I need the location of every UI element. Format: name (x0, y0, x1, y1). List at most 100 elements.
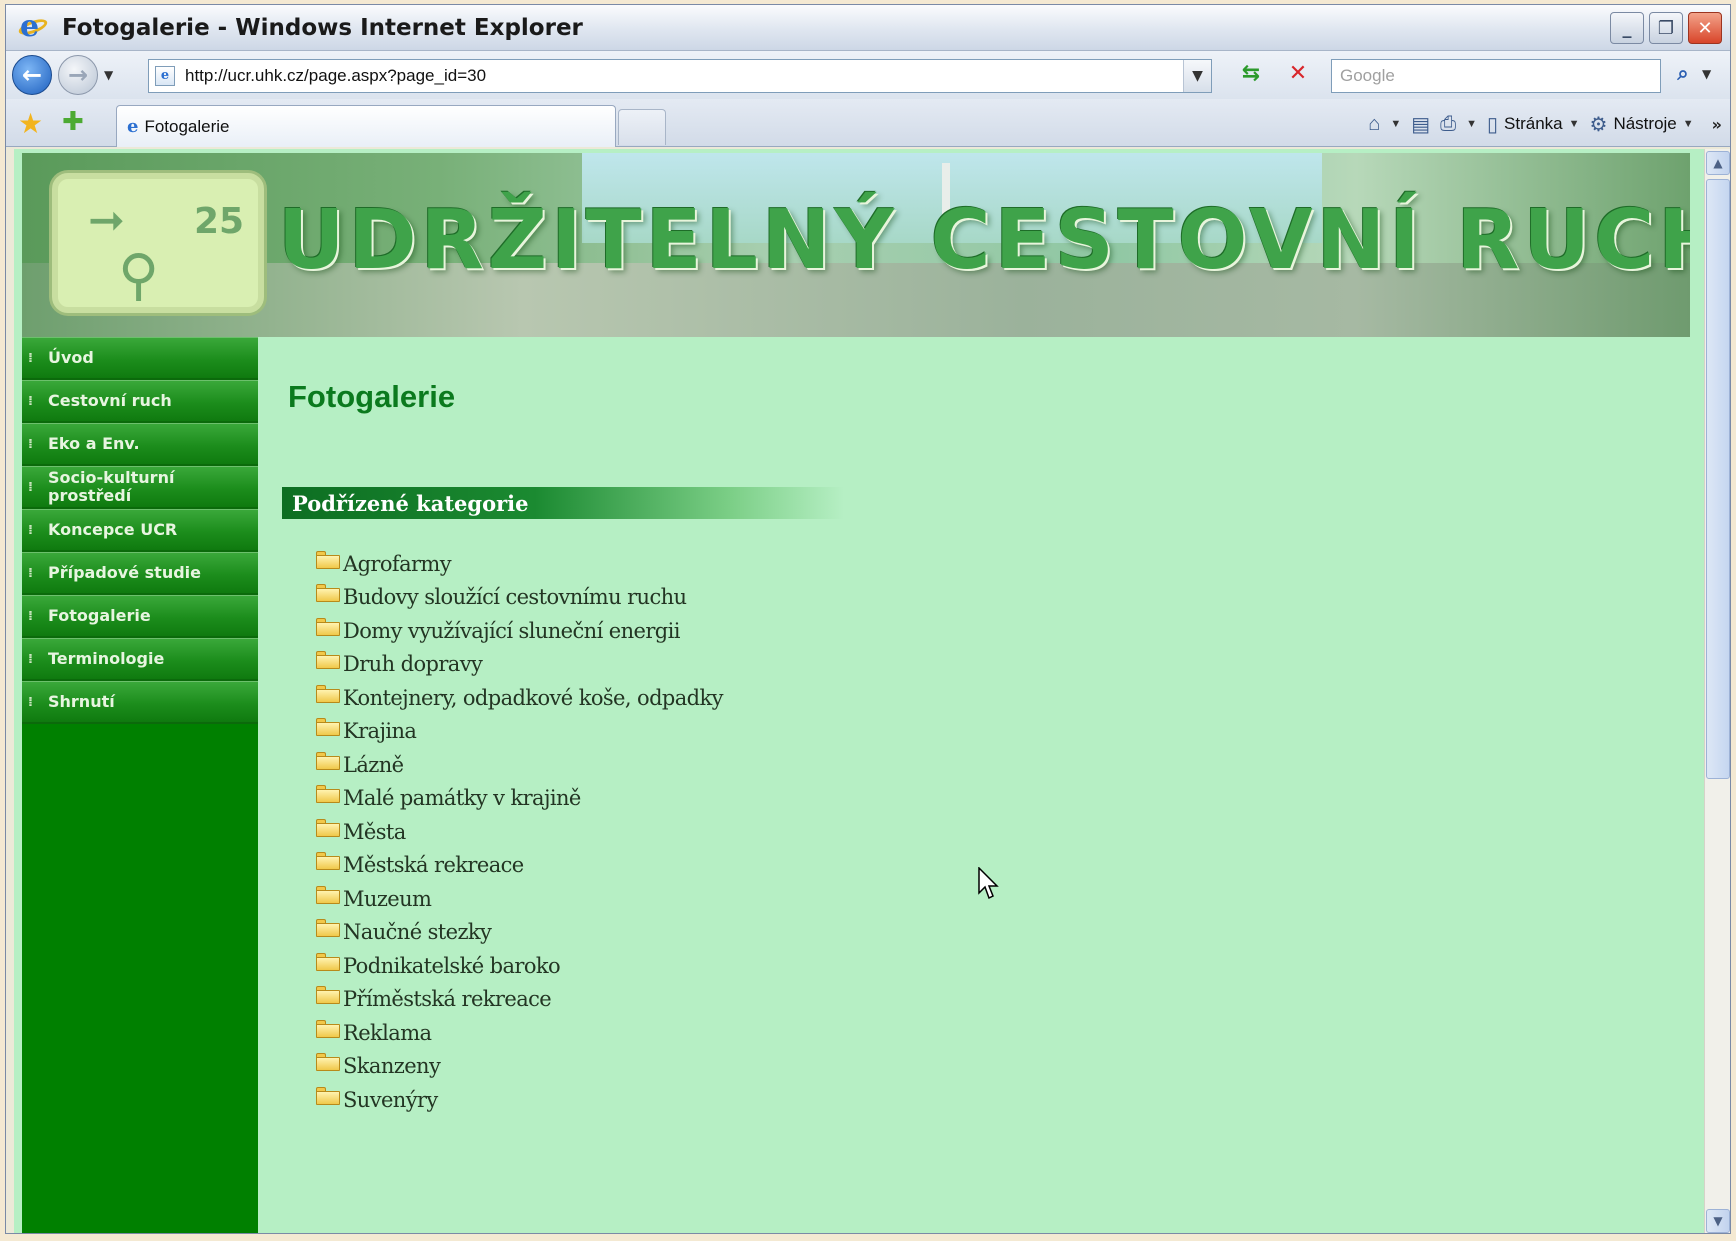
home-icon[interactable]: ⌂ (1368, 113, 1380, 136)
category-link[interactable]: Podnikatelské baroko (343, 954, 561, 978)
page-icon: e (155, 66, 175, 86)
navigation-bar: ← → ▼ e http://ucr.uhk.cz/page.aspx?page… (6, 51, 1730, 99)
list-item[interactable]: Příměstská rekreace (316, 983, 723, 1017)
tab-label: Fotogalerie (144, 116, 230, 136)
category-link[interactable]: Suvenýry (343, 1088, 438, 1112)
category-link[interactable]: Druh dopravy (343, 652, 483, 676)
category-link[interactable]: Kontejnery, odpadkové koše, odpadky (343, 686, 724, 710)
list-item[interactable]: Budovy sloužící cestovnímu ruchu (316, 581, 723, 615)
browser-window: e Fotogalerie - Windows Internet Explore… (5, 4, 1731, 1234)
folder-icon (316, 919, 340, 938)
folder-icon (316, 986, 340, 1005)
category-link[interactable]: Krajina (343, 719, 417, 743)
scroll-up-icon[interactable]: ▲ (1706, 151, 1730, 175)
scroll-down-icon[interactable]: ▼ (1706, 1209, 1730, 1233)
category-link[interactable]: Městská rekreace (343, 853, 524, 877)
page-menu-icon: ▯ (1487, 113, 1499, 136)
page-menu[interactable]: ▯ Stránka ▼ (1487, 112, 1580, 137)
list-item[interactable]: Naučné stezky (316, 916, 723, 950)
home-dropdown-icon[interactable]: ▼ (1390, 118, 1401, 130)
category-link[interactable]: Reklama (343, 1021, 432, 1045)
tab-fotogalerie[interactable]: e Fotogalerie (116, 105, 616, 147)
list-item[interactable]: Města (316, 815, 723, 849)
forward-button[interactable]: → (58, 55, 98, 95)
list-item[interactable]: Suvenýry (316, 1083, 723, 1117)
search-placeholder: Google (1340, 66, 1395, 85)
list-item[interactable]: Domy využívající sluneční energii (316, 614, 723, 648)
list-item[interactable]: Podnikatelské baroko (316, 949, 723, 983)
category-link[interactable]: Muzeum (343, 887, 432, 911)
add-favorite-icon[interactable]: ✚ (62, 107, 84, 137)
sidebar-item-eko-env[interactable]: ⁞ Eko a Env. (22, 423, 258, 466)
folder-icon (316, 584, 340, 603)
category-link[interactable]: Budovy sloužící cestovnímu ruchu (343, 585, 687, 609)
bicycle-icon: ⚲ (118, 243, 160, 308)
refresh-icon[interactable]: ⇆ (1236, 61, 1266, 91)
category-link[interactable]: Agrofarmy (343, 552, 452, 576)
category-link[interactable]: Domy využívající sluneční energii (343, 619, 680, 643)
list-item[interactable]: Agrofarmy (316, 547, 723, 581)
folder-icon (316, 1019, 340, 1038)
sidebar-menu: ⁞ Úvod ⁞ Cestovní ruch ⁞ Eko a Env. ⁞ Socio-… (22, 337, 258, 1233)
main-content: Fotogalerie Podřízené kategorie Agrofarm… (258, 337, 1690, 1233)
history-dropdown-icon[interactable]: ▼ (104, 68, 113, 82)
sidebar-item-fotogalerie[interactable]: ⁞ Fotogalerie (22, 595, 258, 638)
minimize-button[interactable]: _ (1610, 12, 1644, 44)
list-item[interactable]: Kontejnery, odpadkové koše, odpadky (316, 681, 724, 715)
category-link[interactable]: Příměstská rekreace (343, 987, 552, 1011)
category-link[interactable]: Města (343, 820, 406, 844)
sidebar-item-uvod[interactable]: ⁞ Úvod (22, 337, 258, 380)
sidebar-item-cestovni-ruch[interactable]: ⁞ Cestovní ruch (22, 380, 258, 423)
bullet-icon: ⁞ (28, 393, 33, 409)
list-item[interactable]: Muzeum (316, 882, 723, 916)
address-url[interactable]: http://ucr.uhk.cz/page.aspx?page_id=30 (185, 66, 486, 86)
page-menu-label: Stránka (1504, 114, 1563, 133)
print-dropdown-icon[interactable]: ▼ (1466, 118, 1477, 130)
subcategories-header: Podřízené kategorie (282, 487, 844, 519)
address-dropdown-icon[interactable]: ▼ (1183, 60, 1211, 92)
sidebar-item-pripadove-studie[interactable]: ⁞ Případové studie (22, 552, 258, 595)
feeds-icon[interactable]: ▤ (1411, 112, 1430, 137)
search-input[interactable]: Google (1331, 59, 1661, 93)
list-item[interactable]: Malé památky v krajině (316, 782, 723, 816)
list-item[interactable]: Lázně (316, 748, 723, 782)
category-link[interactable]: Malé památky v krajině (343, 786, 581, 810)
sidebar-item-terminologie[interactable]: ⁞ Terminologie (22, 638, 258, 681)
stop-icon[interactable]: ✕ (1283, 61, 1313, 91)
folder-icon (316, 684, 340, 703)
sidebar-item-shrnuti[interactable]: ⁞ Shrnutí (22, 681, 258, 724)
tools-menu[interactable]: ⚙ Nástroje ▼ (1590, 112, 1694, 137)
close-button[interactable]: ✕ (1688, 12, 1722, 44)
search-options-icon[interactable]: ▼ (1702, 67, 1711, 81)
print-icon[interactable]: ⎙ (1440, 113, 1456, 136)
new-tab-button[interactable] (618, 109, 666, 145)
restore-button[interactable]: ❐ (1649, 12, 1683, 44)
page-viewport: ➞ 25 ⚲ UDRŽITELNÝ CESTOVNÍ RUCH ⁞ Úvod ⁞ C… (14, 149, 1704, 1233)
folder-icon (316, 751, 340, 770)
sidebar-item-koncepce-ucr[interactable]: ⁞ Koncepce UCR (22, 509, 258, 552)
list-item[interactable]: Druh dopravy (316, 648, 723, 682)
list-item[interactable]: Reklama (316, 1016, 723, 1050)
vertical-scrollbar[interactable]: ▲ ▼ (1704, 149, 1730, 1233)
address-bar[interactable]: e http://ucr.uhk.cz/page.aspx?page_id=30… (148, 59, 1212, 93)
bike-route-sign: ➞ 25 ⚲ (52, 173, 264, 313)
site-title: UDRŽITELNÝ CESTOVNÍ RUCH (278, 193, 1690, 288)
more-chevron-icon[interactable]: » (1712, 115, 1722, 134)
sidebar-item-socio-kulturni[interactable]: ⁞ Socio-kulturní prostředí (22, 466, 258, 509)
sign-number: 25 (194, 201, 245, 242)
tab-bar: ★ ✚ e Fotogalerie ⌂ ▼ ▤ ⎙ ▼ ▯ Stránka ▼ ⚙ N… (6, 99, 1730, 147)
scroll-thumb[interactable] (1706, 179, 1730, 779)
category-link[interactable]: Naučné stezky (343, 920, 492, 944)
sidebar-item-label: Úvod (48, 348, 94, 367)
list-item[interactable]: Skanzeny (316, 1050, 723, 1084)
list-item[interactable]: Krajina (316, 715, 723, 749)
window-controls: _ ❐ ✕ (1610, 12, 1722, 44)
list-item[interactable]: Městská rekreace (316, 849, 723, 883)
category-link[interactable]: Lázně (343, 753, 404, 777)
favorites-star-icon[interactable]: ★ (18, 107, 43, 140)
bullet-icon: ⁞ (28, 436, 33, 452)
sidebar-item-label: Případové studie (48, 563, 201, 582)
search-icon[interactable]: ⌕ (1668, 61, 1698, 91)
category-link[interactable]: Skanzeny (343, 1054, 441, 1078)
back-button[interactable]: ← (12, 55, 52, 95)
